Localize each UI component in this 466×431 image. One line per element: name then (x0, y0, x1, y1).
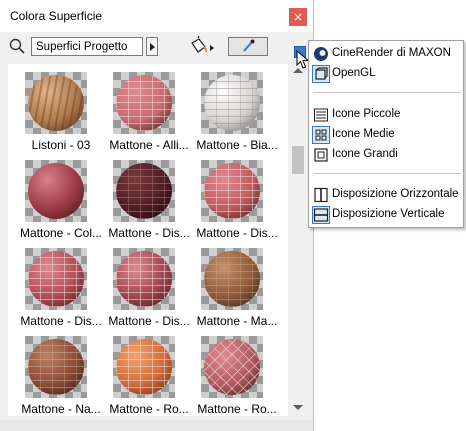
material-swatch (201, 248, 263, 310)
list-small-icon (314, 108, 328, 122)
menu-item-horizontal-layout[interactable]: Disposizione Orizzontale (309, 185, 463, 205)
menu-label-vertical-layout: Disposizione Verticale (332, 208, 445, 220)
material-swatch (113, 72, 175, 134)
search-icon[interactable] (9, 38, 25, 54)
material-sphere (28, 75, 84, 131)
grid-medium-icon (315, 129, 327, 141)
material-label: Mattone - Ro... (197, 402, 277, 416)
search-dropdown-arrow[interactable] (146, 37, 158, 56)
menu-label-medium-icons: Icone Medie (332, 128, 395, 140)
eyedropper-button[interactable] (228, 37, 268, 56)
menu-separator (313, 92, 461, 93)
cinerender-icon (314, 47, 328, 61)
material-tile[interactable]: Mattone - Ro... (104, 332, 194, 416)
material-tile[interactable]: Mattone - Ma... (192, 244, 282, 334)
material-tile[interactable]: Listoni - 03 (16, 68, 106, 158)
material-label: Mattone - Ro... (109, 402, 189, 416)
material-sphere (204, 163, 260, 219)
material-swatch (25, 160, 87, 222)
paint-bucket-icon[interactable] (186, 35, 216, 57)
material-tile[interactable]: Mattone - Col... (16, 156, 106, 246)
material-swatch (201, 336, 263, 398)
material-label: Mattone - Bia... (196, 138, 278, 152)
material-swatch (201, 160, 263, 222)
vertical-scrollbar[interactable] (290, 64, 306, 416)
menu-label-horizontal-layout: Disposizione Orizzontale (332, 188, 459, 200)
view-options-menu: CineRender di MAXON OpenGL Icone Piccole… (308, 40, 464, 228)
search-input[interactable]: Superfici Progetto (31, 37, 143, 56)
material-sphere (204, 339, 260, 395)
square-large-icon (314, 148, 328, 162)
material-sphere (28, 339, 84, 395)
title-bar: Colora Superficie × (0, 0, 313, 32)
material-sphere (28, 163, 84, 219)
material-tile[interactable]: Mattone - Dis... (16, 244, 106, 334)
menu-item-large-icons[interactable]: Icone Grandi (309, 145, 463, 165)
material-sphere (204, 75, 260, 131)
material-tile[interactable]: Mattone - Dis... (192, 156, 282, 246)
menu-label-small-icons: Icone Piccole (332, 108, 401, 120)
menu-item-medium-icons[interactable]: Icone Medie (309, 125, 463, 145)
material-sphere (204, 251, 260, 307)
menu-item-cinerender[interactable]: CineRender di MAXON (309, 44, 463, 64)
material-swatch (25, 336, 87, 398)
material-swatch (201, 72, 263, 134)
close-button[interactable]: × (289, 8, 307, 26)
material-tile[interactable]: Mattone - Bia... (192, 68, 282, 158)
material-swatch (25, 72, 87, 134)
material-tile[interactable]: Mattone - Dis... (104, 156, 194, 246)
material-label: Listoni - 03 (31, 138, 91, 152)
material-label: Mattone - Col... (19, 226, 103, 240)
material-swatch (113, 336, 175, 398)
status-strip (0, 420, 313, 431)
material-label: Mattone - Na... (21, 402, 101, 416)
material-swatch (25, 248, 87, 310)
menu-label-opengl: OpenGL (332, 67, 376, 79)
material-label: Mattone - Ma... (196, 314, 278, 328)
material-tile[interactable]: Mattone - Ro... (192, 332, 282, 416)
material-label: Mattone - Alli... (109, 138, 189, 152)
menu-separator (313, 173, 461, 174)
material-label: Mattone - Dis... (20, 314, 102, 328)
material-sphere (116, 163, 172, 219)
material-tile[interactable]: Mattone - Na... (16, 332, 106, 416)
vertical-layout-icon (313, 208, 329, 222)
material-tile[interactable]: Mattone - Alli... (104, 68, 194, 158)
menu-item-small-icons[interactable]: Icone Piccole (309, 105, 463, 125)
menu-label-large-icons: Icone Grandi (332, 148, 398, 160)
toolbar: Superfici Progetto (0, 32, 313, 62)
material-tile[interactable]: Mattone - Dis... (104, 244, 194, 334)
horizontal-layout-icon (314, 187, 328, 203)
material-swatch (113, 160, 175, 222)
material-label: Mattone - Dis... (108, 314, 190, 328)
scroll-thumb[interactable] (292, 146, 304, 174)
material-sphere (116, 75, 172, 131)
material-label: Mattone - Dis... (196, 226, 278, 240)
material-grid: Listoni - 03 Mattone - Alli... Mattone - B… (8, 64, 288, 416)
material-label: Mattone - Dis... (108, 226, 190, 240)
window-title: Colora Superficie (10, 9, 103, 23)
scroll-down-arrow[interactable] (293, 405, 303, 410)
material-sphere (116, 251, 172, 307)
menu-item-opengl[interactable]: OpenGL (309, 64, 463, 84)
menu-label-cinerender: CineRender di MAXON (332, 47, 451, 59)
opengl-icon (315, 67, 328, 80)
eyedropper-icon (243, 39, 255, 52)
menu-item-vertical-layout[interactable]: Disposizione Verticale (309, 205, 463, 225)
material-sphere (28, 251, 84, 307)
material-swatch (113, 248, 175, 310)
material-sphere (116, 339, 172, 395)
surface-palette-window: Colora Superficie × Superfici Progetto L… (0, 0, 314, 431)
